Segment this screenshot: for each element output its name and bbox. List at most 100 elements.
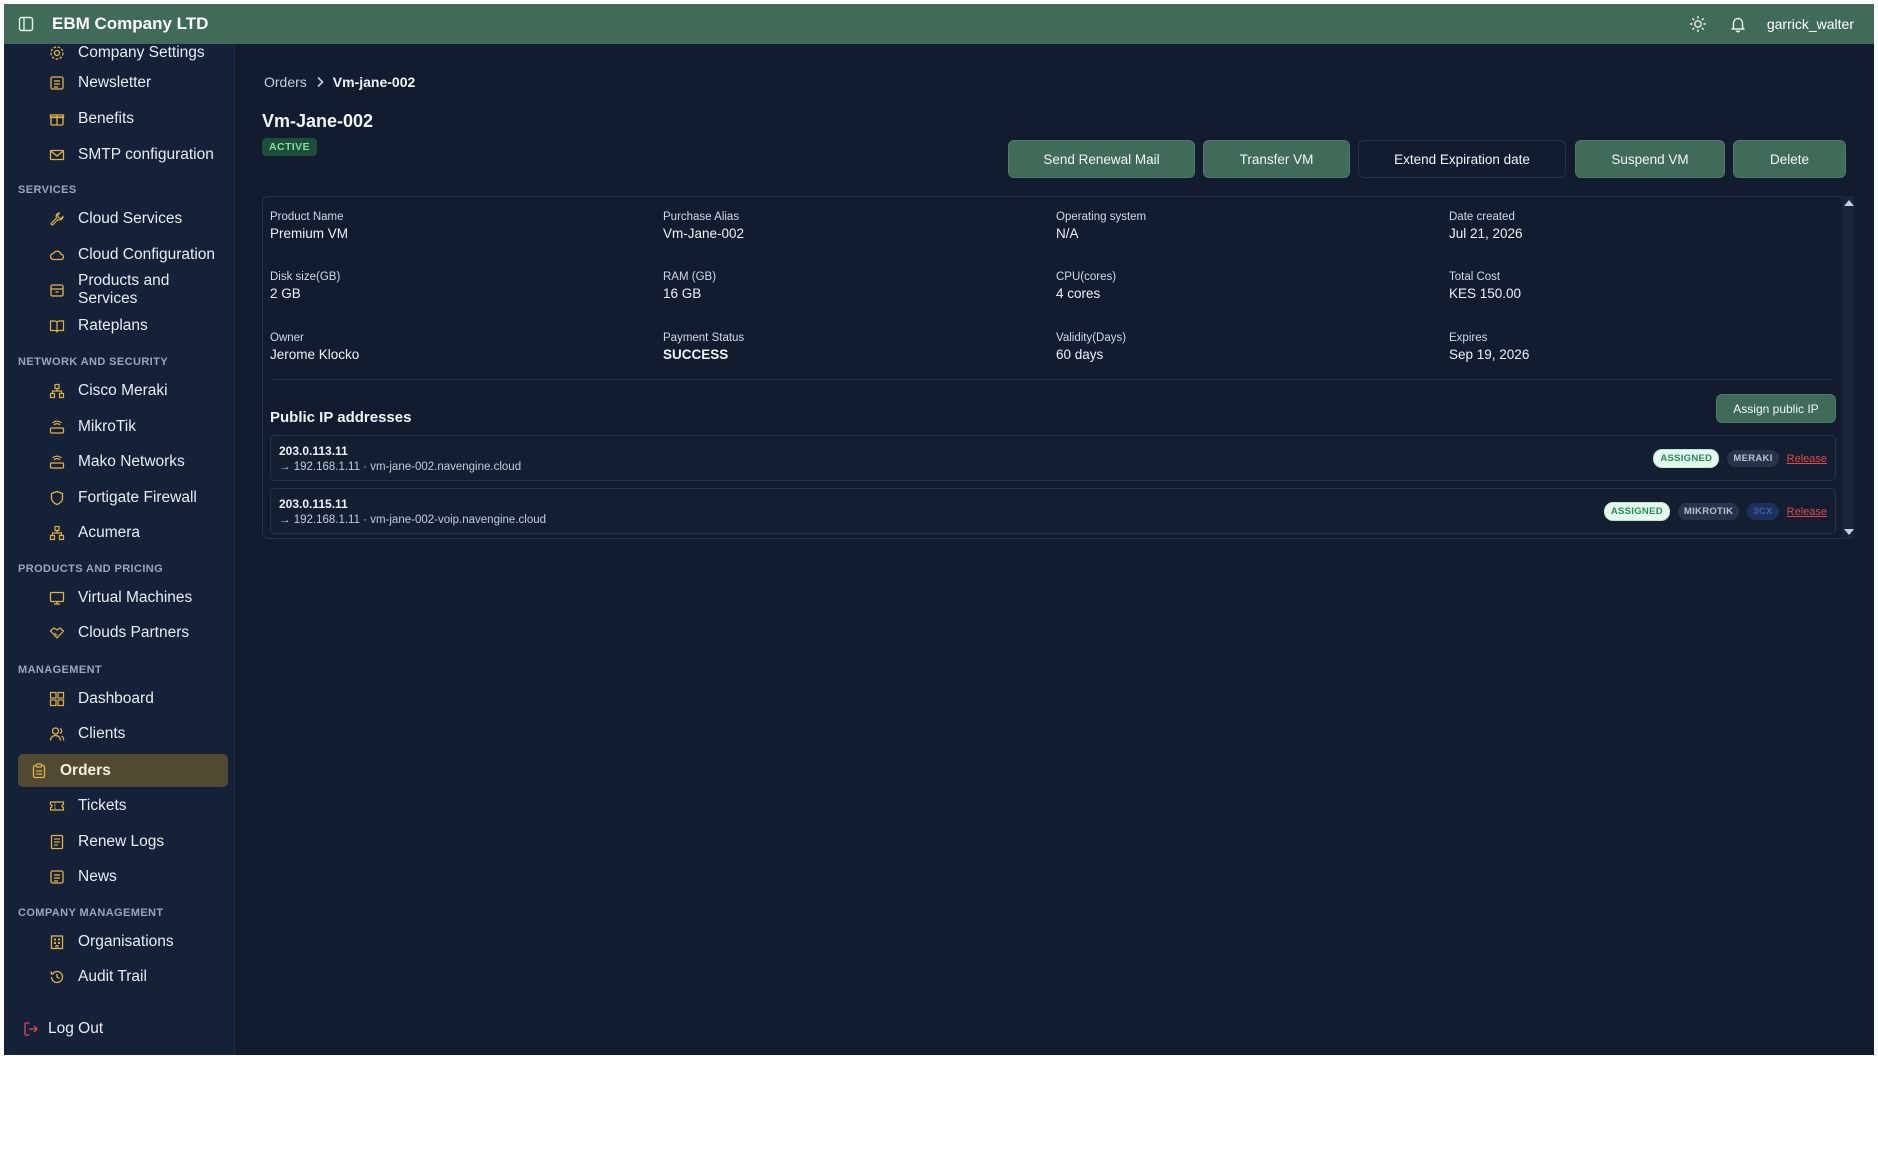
- send-renewal-mail-button[interactable]: Send Renewal Mail: [1008, 140, 1195, 178]
- sidebar-item-clients[interactable]: Clients: [18, 718, 228, 750]
- sidebar-item-cloud-services[interactable]: Cloud Services: [18, 203, 228, 235]
- sidebar-item-label: Cloud Services: [78, 210, 183, 227]
- history-icon: [48, 968, 66, 986]
- sidebar-item-orders[interactable]: Orders: [18, 754, 228, 787]
- sidebar-item-label: Dashboard: [78, 690, 154, 707]
- owner-label: Owner: [270, 332, 304, 344]
- sidebar-item-label: Cloud Configuration: [78, 246, 216, 263]
- cpu-value: 4 cores: [1056, 286, 1101, 301]
- payment-status-label: Payment Status: [663, 332, 745, 344]
- sidebar-item-label: Rateplans: [78, 317, 148, 334]
- validity-label: Validity(Days): [1056, 332, 1127, 344]
- section-company-management: COMPANY MANAGEMENT: [18, 907, 164, 919]
- extend-expiration-button[interactable]: Extend Expiration date: [1358, 140, 1566, 178]
- shield-icon: [48, 489, 66, 507]
- card-scrollbar[interactable]: [1842, 196, 1854, 539]
- release-link[interactable]: Release: [1787, 506, 1827, 518]
- ip-address: 203.0.113.11: [279, 444, 348, 458]
- sidebar-item-clouds-partners[interactable]: Clouds Partners: [18, 617, 228, 649]
- sidebar-item-organisations[interactable]: Organisations: [18, 926, 228, 958]
- breadcrumb-orders-link[interactable]: Orders: [264, 74, 307, 90]
- sidebar-item-label: Renew Logs: [78, 833, 165, 850]
- disk-size-value: 2 GB: [270, 286, 301, 301]
- chevron-right-icon: [315, 76, 325, 88]
- sidebar-item-label: Mako Networks: [78, 453, 185, 470]
- sidebar-item-label: Company Settings: [78, 44, 205, 61]
- cloud-icon: [48, 246, 66, 264]
- bell-icon[interactable]: [1727, 13, 1749, 35]
- theme-toggle-icon[interactable]: [1687, 13, 1709, 35]
- total-cost-value: KES 150.00: [1449, 286, 1522, 301]
- scroll-down-icon[interactable]: [1844, 529, 1854, 535]
- book-icon: [48, 317, 66, 335]
- sidebar-item-label: Cisco Meraki: [78, 382, 168, 399]
- purchase-alias-label: Purchase Alias: [663, 211, 740, 223]
- sidebar-toggle-icon[interactable]: [16, 15, 36, 33]
- section-products-and-pricing: PRODUCTS AND PRICING: [18, 563, 164, 575]
- dashboard-icon: [48, 690, 66, 708]
- page-title: Vm-Jane-002: [262, 111, 374, 131]
- assign-public-ip-button[interactable]: Assign public IP: [1716, 394, 1836, 423]
- brand-title: EBM Company LTD: [52, 14, 209, 33]
- wrench-icon: [48, 210, 66, 228]
- sidebar-item-label: Audit Trail: [78, 968, 147, 985]
- sidebar-item-rateplans[interactable]: Rateplans: [18, 310, 228, 342]
- suspend-vm-button[interactable]: Suspend VM: [1575, 140, 1725, 178]
- sidebar-item-dashboard[interactable]: Dashboard: [18, 683, 228, 715]
- product-name-value: Premium VM: [270, 226, 349, 241]
- sidebar-item-company-settings[interactable]: Company Settings: [18, 44, 228, 69]
- transfer-vm-button[interactable]: Transfer VM: [1203, 140, 1350, 178]
- date-created-label: Date created: [1449, 211, 1515, 223]
- vendor-badge: MIKROTIK: [1677, 503, 1740, 520]
- logout-icon: [22, 1020, 40, 1038]
- router-icon: [48, 453, 66, 471]
- users-icon: [48, 725, 66, 743]
- package-icon: [48, 281, 66, 299]
- newspaper-icon: [48, 868, 66, 886]
- sidebar-item-renew-logs[interactable]: Renew Logs: [18, 826, 228, 858]
- section-services: SERVICES: [18, 184, 77, 196]
- expires-label: Expires: [1449, 332, 1488, 344]
- sidebar-item-audit-trail[interactable]: Audit Trail: [18, 961, 228, 993]
- ram-label: RAM (GB): [663, 271, 717, 283]
- sidebar-item-fortigate-firewall[interactable]: Fortigate Firewall: [18, 482, 228, 514]
- sidebar-item-label: Organisations: [78, 933, 174, 950]
- handshake-icon: [48, 624, 66, 642]
- total-cost-label: Total Cost: [1449, 271, 1501, 283]
- delete-button[interactable]: Delete: [1733, 140, 1846, 178]
- sidebar-item-label: Products and Services: [78, 272, 170, 307]
- sidebar-item-tickets[interactable]: Tickets: [18, 790, 228, 822]
- sidebar-item-acumera[interactable]: Acumera: [18, 517, 228, 549]
- sidebar-item-benefits[interactable]: Benefits: [18, 103, 228, 135]
- sidebar-item-products-and-services[interactable]: Products and Services: [18, 272, 228, 307]
- sidebar-item-newsletter[interactable]: Newsletter: [18, 67, 228, 99]
- ip-address: 203.0.115.11: [279, 497, 348, 511]
- disk-size-label: Disk size(GB): [270, 271, 341, 283]
- sidebar-item-cloud-configuration[interactable]: Cloud Configuration: [18, 239, 228, 271]
- sidebar-item-virtual-machines[interactable]: Virtual Machines: [18, 582, 228, 614]
- service-badge: 3CX: [1747, 503, 1779, 520]
- sidebar-item-label: Fortigate Firewall: [78, 489, 197, 506]
- newsletter-icon: [48, 74, 66, 92]
- release-link[interactable]: Release: [1787, 453, 1827, 465]
- sidebar-item-news[interactable]: News: [18, 861, 228, 893]
- sidebar-item-label: Tickets: [78, 797, 127, 814]
- gift-icon: [48, 110, 66, 128]
- user-menu[interactable]: garrick_walter: [1767, 16, 1854, 32]
- operating-system-value: N/A: [1056, 226, 1079, 241]
- building-icon: [48, 933, 66, 951]
- public-ip-section-title: Public IP addresses: [270, 409, 412, 426]
- sidebar-item-cisco-meraki[interactable]: Cisco Meraki: [18, 375, 228, 407]
- router-icon: [48, 418, 66, 436]
- cpu-label: CPU(cores): [1056, 271, 1117, 283]
- main-content: Orders Vm-jane-002 Vm-Jane-002 ACTIVE Se…: [236, 44, 1874, 1055]
- sidebar-item-label: News: [78, 868, 117, 885]
- ticket-icon: [48, 797, 66, 815]
- sidebar-item-smtp-configuration[interactable]: SMTP configuration: [18, 139, 228, 171]
- sidebar-item-label: Clouds Partners: [78, 624, 190, 641]
- sidebar-item-mikrotik[interactable]: MikroTik: [18, 411, 228, 443]
- sidebar-item-mako-networks[interactable]: Mako Networks: [18, 446, 228, 478]
- sidebar-item-label: Virtual Machines: [78, 589, 193, 606]
- scroll-up-icon[interactable]: [1844, 200, 1854, 206]
- logout-button[interactable]: Log Out: [22, 1020, 103, 1038]
